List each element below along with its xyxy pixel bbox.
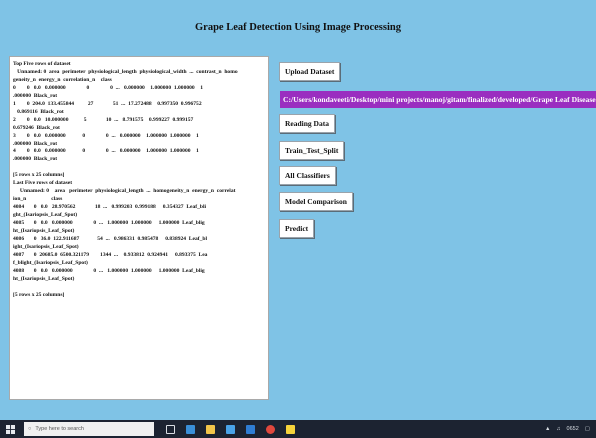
python-icon[interactable] bbox=[286, 424, 295, 434]
taskbar-search-input[interactable]: ○ Type here to search bbox=[24, 422, 154, 436]
reading-data-button[interactable]: Reading Data bbox=[279, 114, 335, 133]
search-placeholder: Type here to search bbox=[35, 426, 84, 432]
network-icon[interactable]: ▲ bbox=[545, 426, 550, 432]
store-icon[interactable] bbox=[226, 424, 235, 434]
edge-icon[interactable] bbox=[186, 424, 195, 434]
predict-button[interactable]: Predict bbox=[279, 219, 315, 238]
all-classifiers-button[interactable]: All Classifiers bbox=[279, 166, 336, 185]
system-tray: ▲ ♫ 0652 ▢ bbox=[545, 426, 596, 432]
mail-icon[interactable] bbox=[246, 424, 255, 434]
chrome-icon[interactable] bbox=[266, 424, 275, 434]
screen: Grape Leaf Detection Using Image Process… bbox=[0, 0, 596, 438]
task-view-icon[interactable] bbox=[166, 424, 175, 434]
window-title: Grape Leaf Detection Using Image Process… bbox=[195, 22, 401, 33]
taskbar-pinned-apps bbox=[166, 424, 295, 434]
file-explorer-icon[interactable] bbox=[206, 424, 215, 434]
dataset-output-text: Top Five rows of dataset Unnamed: 0 area… bbox=[13, 61, 238, 298]
clock-text[interactable]: 0652 bbox=[567, 426, 579, 432]
search-icon: ○ bbox=[28, 426, 32, 432]
output-text-area[interactable]: Top Five rows of dataset Unnamed: 0 area… bbox=[9, 56, 269, 400]
taskbar: ○ Type here to search ▲ ♫ 0652 ▢ bbox=[0, 420, 596, 438]
upload-dataset-button[interactable]: Upload Dataset bbox=[279, 62, 341, 81]
volume-icon[interactable]: ♫ bbox=[556, 426, 560, 432]
app-window: Grape Leaf Detection Using Image Process… bbox=[0, 0, 596, 420]
train-test-split-button[interactable]: Train_Test_Split bbox=[279, 141, 345, 160]
notification-icon[interactable]: ▢ bbox=[585, 426, 590, 432]
windows-start-icon[interactable] bbox=[0, 420, 20, 438]
model-comparison-button[interactable]: Model Comparison bbox=[279, 192, 353, 211]
dataset-path-label: C:/Users/kondaveeti/Desktop/mini project… bbox=[280, 91, 596, 108]
